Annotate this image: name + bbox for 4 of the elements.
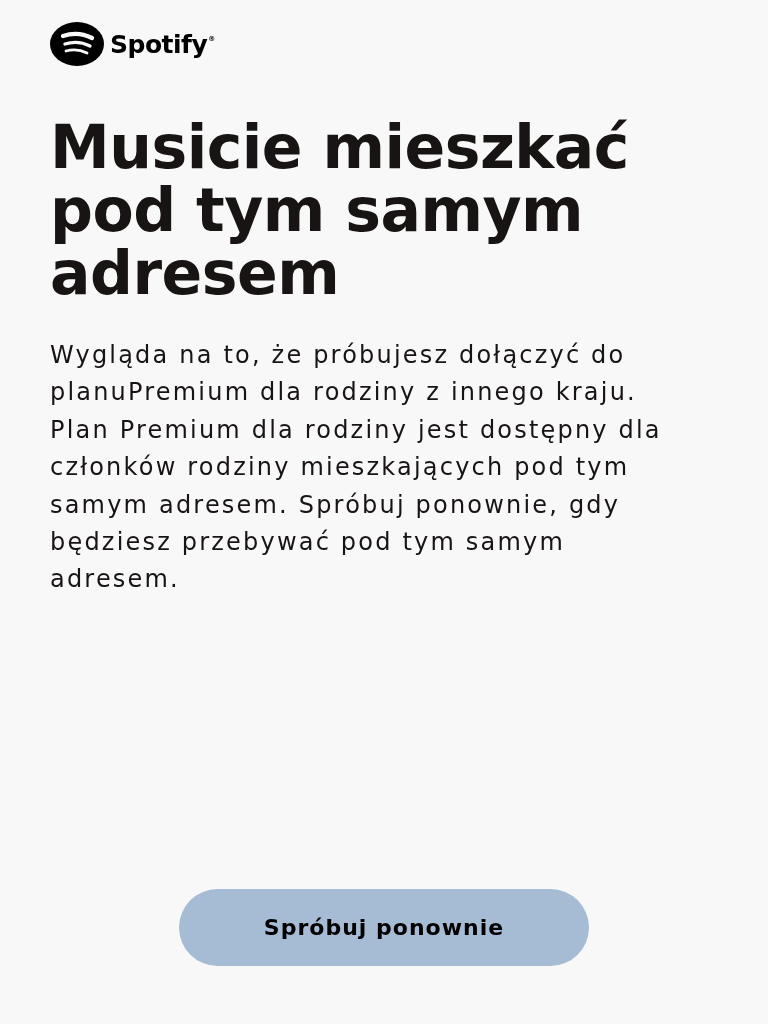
message-paragraph: Wygląda na to, że próbujesz dołączyć do planuPremium dla rodziny z innego kraju. Plan Premium dla rodziny jest dostępny dla członków rodziny mieszkających pod tym samym adresem. Spróbuj ponownie, gdy będziesz przebywać pod tym samym adresem. xyxy=(50,340,663,596)
retry-button[interactable]: Spróbuj ponownie xyxy=(179,889,589,966)
logo-icon xyxy=(50,22,104,66)
page-heading: Musicie mieszkać pod tym samym adresem xyxy=(50,116,630,305)
